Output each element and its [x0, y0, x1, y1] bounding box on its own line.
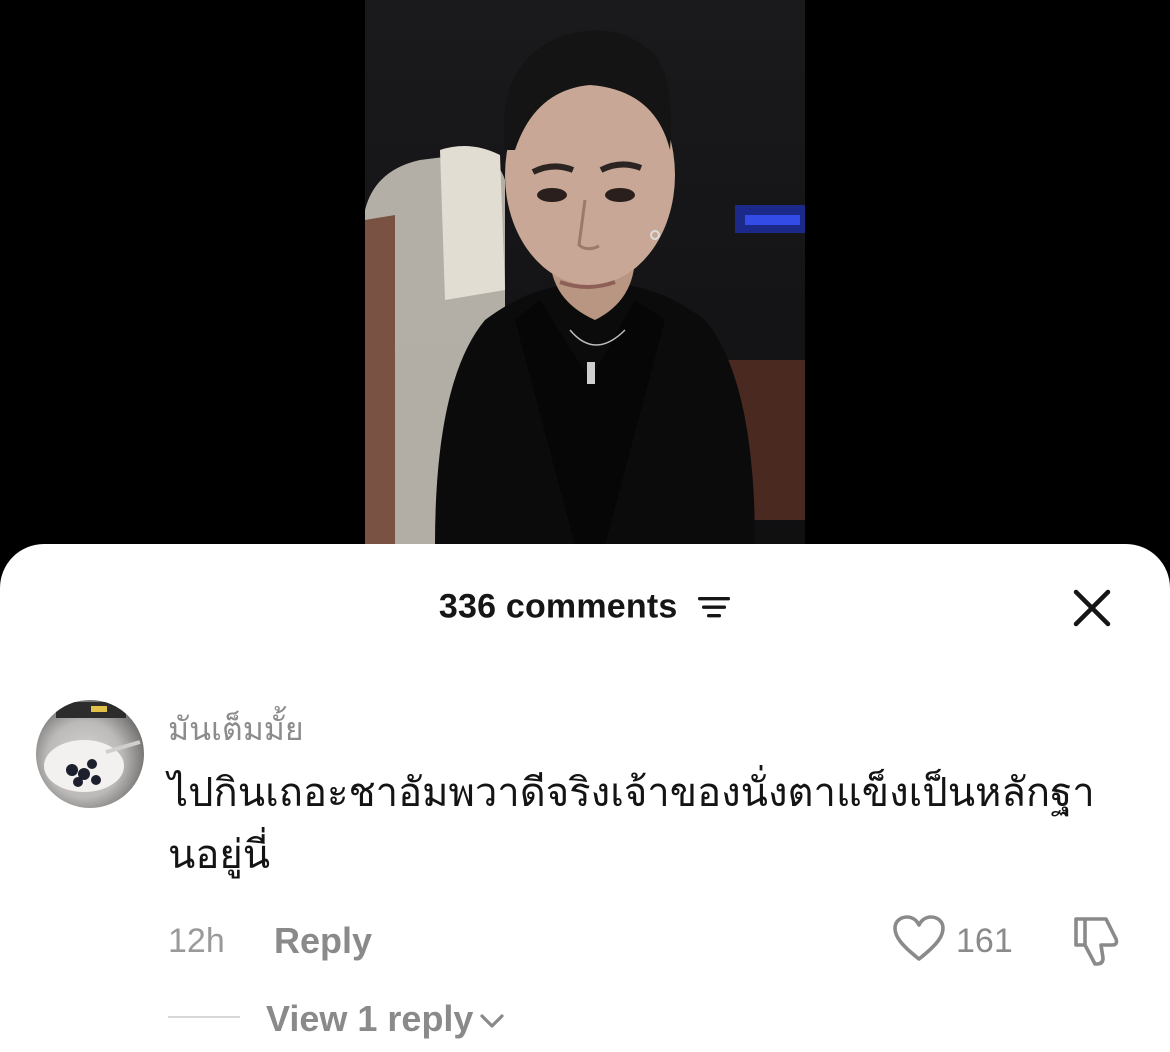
reply-button[interactable]: Reply [274, 920, 372, 962]
close-icon[interactable] [1068, 584, 1116, 632]
heart-icon[interactable] [892, 914, 946, 964]
view-replies-label: View 1 reply [266, 998, 474, 1039]
video-person-image [365, 30, 805, 545]
comment-body: ไปกินเถอะชาอัมพวาดีจริงเจ้าของนั่งตาแข็ง… [168, 770, 1095, 878]
like-count: 161 [956, 922, 1013, 960]
comments-sheet: 336 comments มันเต็มมั้ย ไปกินเถอะชาอัมพ… [0, 544, 1170, 1052]
comments-count-title: 336 comments [0, 586, 1170, 627]
view-replies-button[interactable]: View 1 reply [266, 998, 505, 1040]
video-player[interactable] [0, 0, 1170, 560]
replies-divider [168, 1016, 240, 1018]
comment-actions: 12h Reply 161 [168, 914, 1128, 966]
comment-timestamp: 12h [168, 922, 225, 960]
comments-header: 336 comments [0, 580, 1170, 632]
comment-username[interactable]: มันเต็มมั้ย [168, 704, 304, 755]
filter-icon[interactable] [697, 593, 731, 621]
video-frame [365, 0, 805, 545]
chevron-down-icon [480, 1014, 505, 1029]
avatar[interactable] [36, 700, 144, 808]
thumbs-down-icon[interactable] [1068, 914, 1124, 968]
comments-count-label: 336 comments [438, 587, 678, 626]
view-replies-row: View 1 reply [168, 992, 668, 1042]
avatar-image [44, 702, 141, 792]
